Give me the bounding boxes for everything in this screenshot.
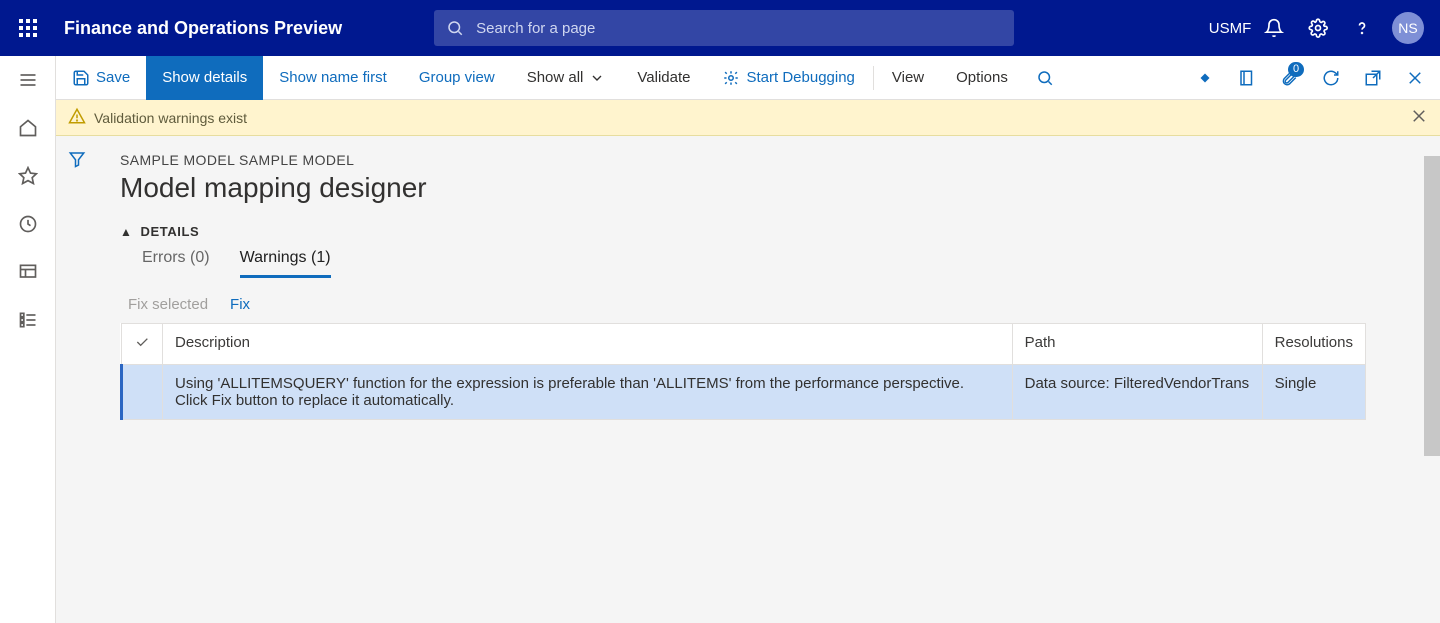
start-debugging-label: Start Debugging [746,69,854,86]
search-icon [446,19,464,37]
validation-warning-bar: Validation warnings exist [56,100,1440,136]
debug-icon [722,69,740,87]
search-input[interactable] [474,19,1002,38]
view-label: View [892,69,924,86]
star-icon [18,166,38,186]
workspace-icon [18,262,38,282]
company-label[interactable]: USMF [1208,0,1252,56]
group-view-button[interactable]: Group view [403,56,511,100]
filter-icon [68,150,86,168]
save-label: Save [96,69,130,86]
select-all-checkbox[interactable] [122,324,163,365]
chevron-down-icon [589,70,605,86]
close-warning-button[interactable] [1410,107,1428,128]
tab-warnings[interactable]: Warnings (1) [240,249,331,278]
notifications-button[interactable] [1252,0,1296,56]
show-name-first-label: Show name first [279,69,387,86]
open-new-window-button[interactable] [1352,56,1394,100]
home-icon [18,118,38,138]
save-icon [72,69,90,87]
app-launcher-button[interactable] [0,0,56,56]
popout-icon [1364,69,1382,87]
avatar[interactable]: NS [1392,12,1424,44]
warning-message: Validation warnings exist [94,110,247,126]
breadcrumb: SAMPLE MODEL SAMPLE MODEL [120,152,1366,168]
show-details-label: Show details [162,69,247,86]
validate-button[interactable]: Validate [621,56,706,100]
fix-button[interactable]: Fix [230,296,250,313]
show-all-button[interactable]: Show all [511,56,622,100]
cell-description: Using 'ALLITEMSQUERY' function for the e… [163,365,1013,420]
refresh-button[interactable] [1310,56,1352,100]
start-debugging-button[interactable]: Start Debugging [706,56,870,100]
clock-icon [18,214,38,234]
page-title: Model mapping designer [120,172,1366,204]
refresh-icon [1322,69,1340,87]
row-selector[interactable] [122,365,163,420]
waffle-icon [19,19,37,37]
gear-icon [1308,18,1328,38]
details-section-header[interactable]: ▲ DETAILS [120,224,1366,239]
caret-down-icon: ▲ [120,225,132,239]
cell-path: Data source: FilteredVendorTrans [1012,365,1262,420]
col-header-path[interactable]: Path [1012,324,1262,365]
scrollbar[interactable] [1424,156,1440,456]
nav-workspaces-button[interactable] [0,248,56,296]
save-button[interactable]: Save [56,56,146,100]
show-details-button[interactable]: Show details [146,56,263,100]
nav-expand-button[interactable] [0,56,56,104]
options-label: Options [956,69,1008,86]
help-icon [1352,18,1372,38]
validate-label: Validate [637,69,690,86]
separator [873,66,874,90]
fix-selected-button: Fix selected [128,296,208,313]
nav-recent-button[interactable] [0,200,56,248]
close-icon [1410,107,1428,125]
hamburger-icon [18,70,38,90]
office-apps-button[interactable] [1226,56,1268,100]
attachments-count: 0 [1288,62,1304,77]
office-icon [1238,69,1256,87]
check-icon [134,334,150,350]
diamond-icon [1196,69,1214,87]
find-button[interactable] [1024,56,1066,100]
attachments-button[interactable]: 0 [1268,56,1310,100]
help-button[interactable] [1340,0,1384,56]
bell-icon [1264,18,1284,38]
nav-modules-button[interactable] [0,296,56,344]
settings-button[interactable] [1296,0,1340,56]
show-all-label: Show all [527,69,584,86]
group-view-label: Group view [419,69,495,86]
close-page-button[interactable] [1394,56,1436,100]
close-icon [1406,69,1424,87]
nav-favorites-button[interactable] [0,152,56,200]
personalize-button[interactable] [1184,56,1226,100]
modules-icon [18,310,38,330]
warnings-table: Description Path Resolutions Using 'ALLI… [120,323,1366,420]
cell-resolutions: Single [1262,365,1365,420]
options-menu-button[interactable]: Options [940,56,1024,100]
view-menu-button[interactable]: View [876,56,940,100]
filter-panel-button[interactable] [68,150,86,623]
search-icon [1036,69,1054,87]
show-name-first-button[interactable]: Show name first [263,56,403,100]
col-header-description[interactable]: Description [163,324,1013,365]
warning-icon [68,107,86,128]
table-row[interactable]: Using 'ALLITEMSQUERY' function for the e… [122,365,1366,420]
app-title: Finance and Operations Preview [64,18,342,39]
search-box[interactable] [434,10,1014,46]
col-header-resolutions[interactable]: Resolutions [1262,324,1365,365]
nav-home-button[interactable] [0,104,56,152]
details-label: DETAILS [140,224,199,239]
tab-errors[interactable]: Errors (0) [142,249,210,278]
